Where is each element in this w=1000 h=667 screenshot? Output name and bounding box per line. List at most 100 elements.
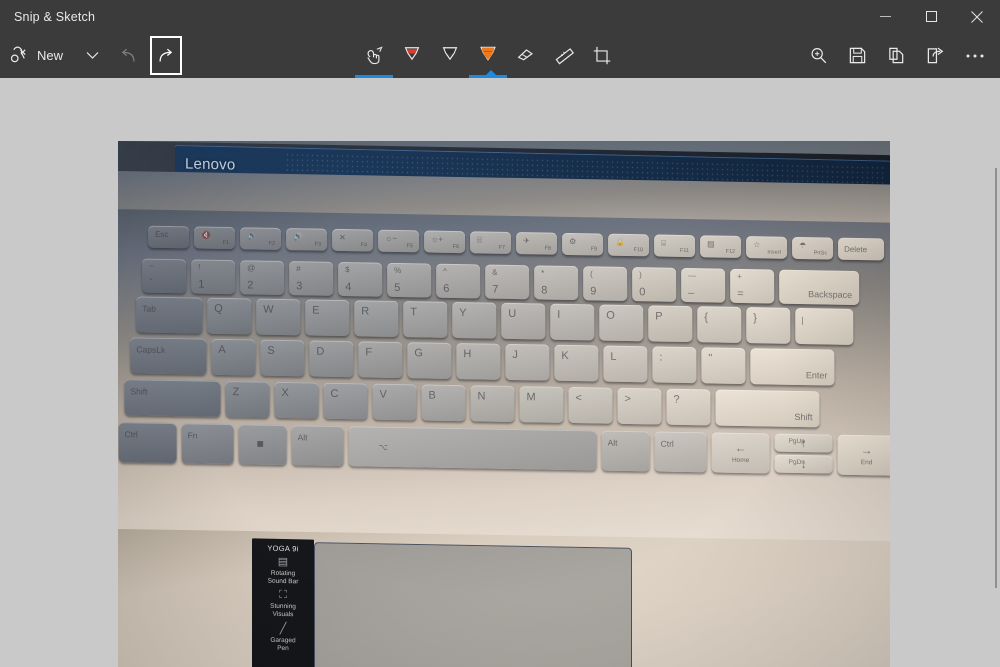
key-label: & bbox=[492, 267, 498, 277]
keyboard-key: I bbox=[550, 303, 595, 341]
key-label: ☼− bbox=[385, 233, 398, 243]
keyboard-key: & 7 bbox=[485, 264, 530, 300]
chevron-down-icon bbox=[86, 52, 98, 59]
keyboard-key: ~ ` bbox=[142, 258, 187, 294]
maximize-button[interactable] bbox=[908, 0, 954, 33]
highlighter-tool[interactable] bbox=[469, 33, 507, 78]
eraser-tool[interactable] bbox=[507, 33, 545, 78]
key-label: ⌸ bbox=[477, 235, 482, 245]
pencil-tool[interactable] bbox=[431, 33, 469, 78]
key-label: A bbox=[218, 343, 226, 356]
toolbar-left-group: New bbox=[0, 33, 185, 78]
window-controls bbox=[862, 0, 1000, 33]
toolbar-right-group bbox=[799, 33, 1000, 78]
copy-button[interactable] bbox=[877, 33, 916, 78]
touch-writing-tool[interactable] bbox=[355, 33, 393, 78]
keyboard-key: K bbox=[554, 344, 599, 382]
new-snip-button[interactable]: New bbox=[0, 33, 75, 78]
keyboard-key: { bbox=[697, 306, 742, 343]
redo-button[interactable] bbox=[147, 33, 185, 78]
keyboard-key: P bbox=[648, 305, 693, 343]
zoom-button[interactable] bbox=[799, 33, 838, 78]
key-label: 0 bbox=[639, 286, 646, 299]
key-label: Q bbox=[214, 302, 223, 315]
save-button[interactable] bbox=[838, 33, 877, 78]
ruler-icon bbox=[555, 47, 575, 64]
maximize-icon bbox=[925, 11, 937, 22]
ballpoint-pen-icon bbox=[404, 46, 420, 60]
keyboard-key: % 5 bbox=[387, 262, 432, 298]
key-label: V bbox=[379, 388, 387, 401]
key-label: > bbox=[624, 392, 631, 406]
keyboard-key: F bbox=[358, 341, 403, 379]
keyboard-key: U bbox=[501, 302, 546, 340]
key-label: Shift bbox=[794, 411, 813, 423]
ruler-tool[interactable] bbox=[545, 33, 583, 78]
key-label: O bbox=[606, 309, 615, 322]
arrow-sublabel: PgDn bbox=[788, 458, 805, 467]
vertical-scrollbar[interactable] bbox=[995, 168, 997, 588]
key-label: F5 bbox=[406, 243, 414, 250]
keyboard-key: Y bbox=[452, 301, 497, 339]
touch-writing-icon bbox=[366, 46, 383, 65]
key-label: + bbox=[737, 271, 742, 281]
keyboard-key: ⚙ F9 bbox=[562, 232, 604, 256]
key-label: W bbox=[263, 303, 274, 316]
key-label: 3 bbox=[296, 280, 303, 293]
key-label: * bbox=[541, 268, 545, 278]
keyboard-key: B bbox=[421, 384, 466, 422]
key-label: Alt bbox=[607, 437, 618, 448]
undo-button[interactable] bbox=[109, 33, 147, 78]
ballpoint-pen-tool[interactable] bbox=[393, 33, 431, 78]
keyboard-key: CapsLk bbox=[130, 337, 207, 375]
keyboard-key: > bbox=[617, 387, 662, 425]
key-label: Ctrl bbox=[660, 438, 674, 449]
key-label: % bbox=[394, 265, 402, 276]
key-label: Ctrl bbox=[124, 429, 138, 440]
key-label: ? bbox=[673, 393, 680, 406]
keyboard-key: 🔉 F2 bbox=[240, 227, 282, 250]
snip-image[interactable]: Lenovo DOLBY ATMOS SPEAKER SYSTEM Esc🔇F1… bbox=[118, 141, 890, 667]
keyboard-key: @2 bbox=[240, 260, 285, 296]
keyboard-key: ⌸ F11 bbox=[654, 234, 696, 258]
sticker-feature-3: Garaged Pen bbox=[270, 636, 296, 652]
keyboard-key: | bbox=[795, 307, 854, 345]
pen-icon: ╱ bbox=[279, 622, 287, 635]
keyboard-key: ☂ PrtSc bbox=[792, 236, 834, 260]
keyboard-key: Esc bbox=[148, 225, 190, 249]
share-button[interactable] bbox=[916, 33, 955, 78]
key-label: T bbox=[410, 306, 418, 319]
key-label: 9 bbox=[590, 285, 597, 298]
key-label: 🔒 bbox=[615, 237, 626, 247]
more-options-button[interactable] bbox=[955, 33, 994, 78]
crop-tool[interactable] bbox=[583, 33, 621, 78]
redo-icon bbox=[159, 48, 173, 61]
keyboard-key: ☼− F5 bbox=[378, 229, 420, 253]
key-label: — bbox=[688, 271, 697, 281]
snip-canvas[interactable]: Lenovo DOLBY ATMOS SPEAKER SYSTEM Esc🔇F1… bbox=[0, 78, 1000, 667]
key-label: J bbox=[512, 348, 518, 362]
close-button[interactable] bbox=[954, 0, 1000, 33]
key-label: @ bbox=[247, 263, 256, 273]
key-label: P bbox=[655, 310, 663, 323]
key-label: F8 bbox=[544, 245, 552, 252]
arrow-glyph: → bbox=[860, 443, 873, 458]
sticker-feature-2: Stunning Visuals bbox=[270, 602, 296, 619]
highlighter-icon bbox=[480, 46, 496, 61]
annotation-tools bbox=[355, 33, 621, 78]
minimize-button[interactable] bbox=[862, 0, 908, 33]
key-label: | bbox=[801, 315, 804, 326]
key-label: F7 bbox=[498, 244, 506, 251]
key-label: ■ bbox=[256, 436, 264, 451]
keyboard-key: G bbox=[407, 342, 452, 379]
key-label: F9 bbox=[590, 246, 598, 253]
keyboard-key: C bbox=[323, 382, 368, 420]
key-label: L bbox=[610, 350, 617, 363]
key-label: F10 bbox=[633, 247, 644, 254]
key-label: PrtSc bbox=[813, 250, 828, 257]
key-label: Esc bbox=[155, 229, 169, 239]
new-snip-dropdown[interactable] bbox=[75, 33, 109, 78]
key-label: ` bbox=[149, 277, 153, 290]
keyboard-key: (9 bbox=[583, 266, 628, 301]
key-label: 8 bbox=[541, 284, 548, 297]
